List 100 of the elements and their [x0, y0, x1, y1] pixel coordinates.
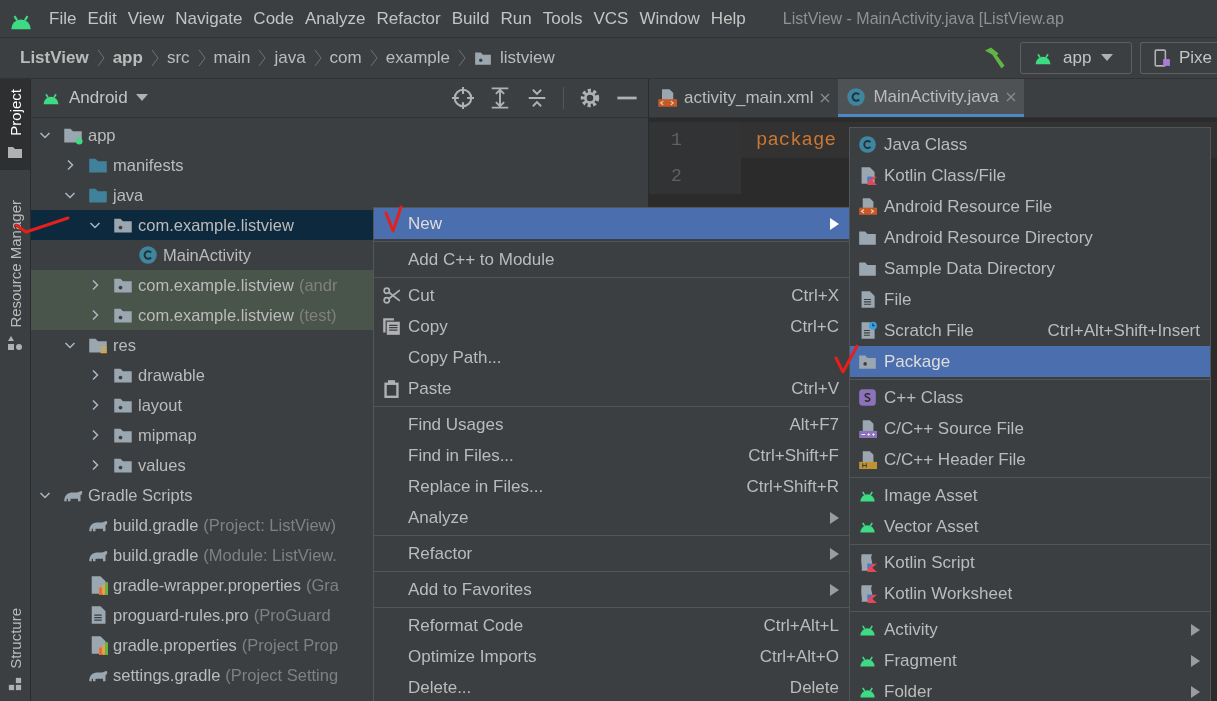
menu-item[interactable]: Add to Favorites: [374, 574, 849, 605]
tree-label: mipmap: [138, 425, 197, 445]
menu-item[interactable]: Replace in Files... Ctrl+Shift+R: [374, 471, 849, 502]
tree-label: gradle-wrapper.properties: [113, 575, 302, 595]
menu-item[interactable]: Kotlin Worksheet: [850, 578, 1210, 609]
tree-label: settings.gradle: [113, 665, 221, 685]
menu-item[interactable]: Help: [710, 8, 746, 29]
tree-label: gradle.properties: [113, 635, 237, 655]
menu-item[interactable]: Folder: [850, 676, 1210, 701]
menu-item[interactable]: Scratch File Ctrl+Alt+Shift+Insert: [850, 315, 1210, 346]
breadcrumb-item[interactable]: com: [329, 48, 362, 68]
package-folder-icon: [474, 49, 492, 67]
menu-item[interactable]: Vector Asset: [850, 511, 1210, 542]
breadcrumb-item[interactable]: java: [274, 48, 306, 68]
menu-item[interactable]: Fragment: [850, 645, 1210, 676]
menu-item[interactable]: Analyze: [374, 502, 849, 533]
breadcrumb-item[interactable]: src: [166, 48, 190, 68]
menu-item[interactable]: Refactor: [374, 538, 849, 569]
editor-tab[interactable]: MainActivity.java: [838, 79, 1024, 117]
shortcut-label: Alt+F7: [789, 414, 839, 435]
menu-item[interactable]: Code: [253, 8, 294, 29]
expand-all-icon[interactable]: [489, 87, 511, 109]
shortcut-label: Ctrl+Shift+F: [748, 445, 839, 466]
menu-item[interactable]: Find in Files... Ctrl+Shift+F: [374, 440, 849, 471]
menu-item[interactable]: Window: [639, 8, 700, 29]
close-icon[interactable]: [1005, 91, 1016, 102]
annotation-check-mark: [834, 344, 859, 374]
breadcrumb-item[interactable]: main: [213, 48, 251, 68]
menu-item[interactable]: C/C++ Header File: [850, 444, 1210, 475]
menu-item[interactable]: Activity: [850, 614, 1210, 645]
tree-label: layout: [138, 395, 183, 415]
tree-note: (Project: ListView): [203, 515, 336, 535]
menu-item[interactable]: Image Asset: [850, 480, 1210, 511]
editor-tab[interactable]: activity_main.xml: [649, 79, 839, 117]
menu-item[interactable]: Paste Ctrl+V: [374, 373, 849, 404]
menu-item[interactable]: File: [850, 284, 1210, 315]
shortcut-label: Ctrl+Alt+Shift+Insert: [1047, 320, 1200, 341]
tool-window-tab[interactable]: Resource Manager: [0, 189, 30, 362]
menu-item[interactable]: Kotlin Script: [850, 547, 1210, 578]
menu-item[interactable]: Android Resource File: [850, 191, 1210, 222]
shortcut-label: Ctrl+V: [791, 378, 839, 399]
breadcrumb-separator-icon: [313, 49, 322, 67]
source-file-icon: [857, 419, 877, 438]
breadcrumb-separator-icon: [369, 49, 378, 67]
menu-item[interactable]: Tools: [542, 8, 583, 29]
hammer-icon[interactable]: [982, 46, 1006, 70]
code-text: package: [756, 129, 836, 151]
view-selector[interactable]: Android: [41, 88, 452, 108]
menu-item[interactable]: Kotlin Class/File: [850, 160, 1210, 191]
menu-item[interactable]: Edit: [87, 8, 117, 29]
breadcrumb-item[interactable]: listview: [500, 48, 555, 68]
menu-item[interactable]: Analyze: [305, 8, 366, 29]
cpp-class-icon: [857, 388, 877, 407]
breadcrumb-separator-icon: [258, 49, 267, 67]
shortcut-label: Ctrl+C: [790, 316, 839, 337]
locate-icon[interactable]: [452, 87, 474, 109]
tree-label: build.gradle: [113, 545, 199, 565]
tool-window-tab[interactable]: Project: [0, 79, 30, 170]
breadcrumb-item[interactable]: ListView: [20, 48, 89, 68]
tree-item[interactable]: app: [31, 120, 648, 150]
tree-label: java: [113, 185, 144, 205]
menu-item[interactable]: Add C++ to Module: [374, 244, 849, 275]
tool-window-tab[interactable]: Structure: [0, 598, 30, 701]
menu-item[interactable]: Copy Path...: [374, 342, 849, 373]
menu-item[interactable]: Sample Data Directory: [850, 253, 1210, 284]
menu-item[interactable]: Find Usages Alt+F7: [374, 409, 849, 440]
tree-label: MainActivity: [163, 245, 252, 265]
menu-item[interactable]: Delete... Delete: [374, 672, 849, 701]
tree-note: (Project Setting: [225, 665, 339, 685]
shortcut-label: Ctrl+Alt+O: [759, 646, 839, 667]
tree-note: (Module: ListView.: [203, 545, 337, 565]
breadcrumb-item[interactable]: app: [112, 48, 143, 68]
menu-item[interactable]: Package: [850, 346, 1210, 377]
close-icon[interactable]: [820, 93, 831, 103]
breadcrumb-item[interactable]: example: [385, 48, 450, 68]
menu-item[interactable]: Optimize Imports Ctrl+Alt+O: [374, 641, 849, 672]
menu-item[interactable]: VCS: [593, 8, 629, 29]
menu-item[interactable]: Android Resource Directory: [850, 222, 1210, 253]
run-configuration-dropdown[interactable]: app: [1020, 42, 1132, 74]
menu-item[interactable]: File: [49, 8, 77, 29]
tree-item[interactable]: java: [31, 180, 648, 210]
menu-item[interactable]: Java Class: [850, 129, 1210, 160]
tree-item[interactable]: manifests: [31, 150, 648, 180]
shapes-icon: [7, 335, 23, 352]
breadcrumb-separator-icon: [96, 49, 105, 67]
tree-note: (Gra: [306, 575, 340, 595]
device-dropdown[interactable]: Pixe: [1140, 42, 1217, 74]
menu-item[interactable]: Navigate: [175, 8, 243, 29]
collapse-all-icon[interactable]: [526, 87, 548, 109]
menu-item[interactable]: Refactor: [376, 8, 441, 29]
settings-icon[interactable]: [579, 87, 601, 109]
menu-item[interactable]: View: [127, 8, 165, 29]
menu-item[interactable]: C++ Class: [850, 382, 1210, 413]
menu-item[interactable]: Run: [500, 8, 532, 29]
menu-item[interactable]: Reformat Code Ctrl+Alt+L: [374, 610, 849, 641]
tree-label: Gradle Scripts: [88, 485, 193, 505]
breadcrumb-separator-icon: [458, 49, 466, 67]
menu-item[interactable]: New: [374, 208, 849, 239]
menu-item[interactable]: C/C++ Source File: [850, 413, 1210, 444]
menu-item[interactable]: Build: [451, 8, 490, 29]
